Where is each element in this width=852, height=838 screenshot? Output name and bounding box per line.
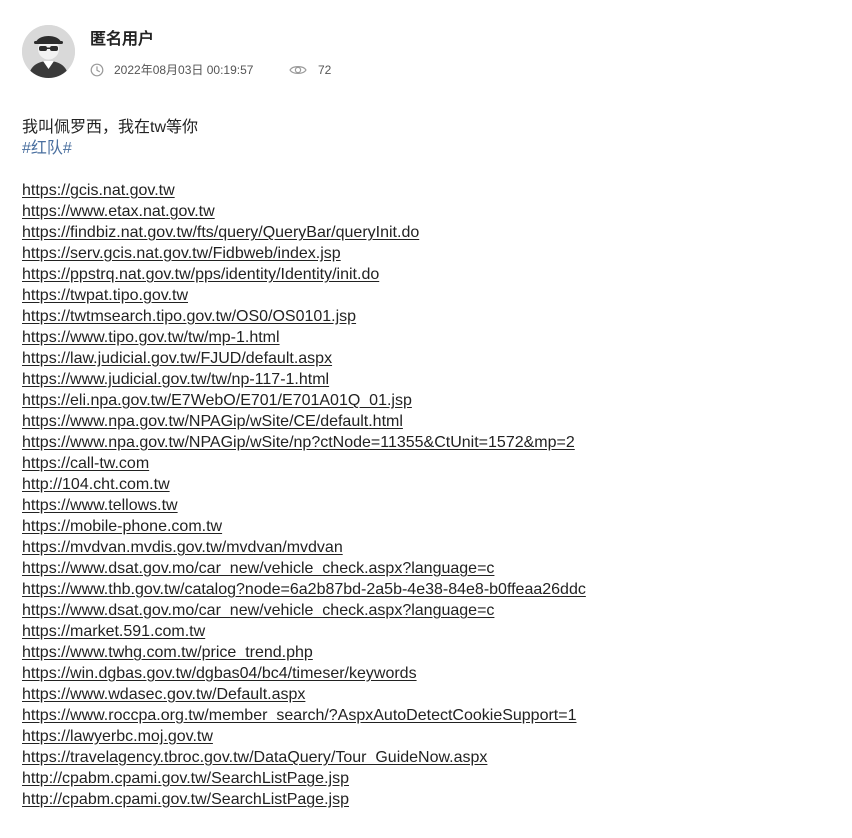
url-link[interactable]: https://serv.gcis.nat.gov.tw/Fidbweb/ind…: [22, 243, 832, 264]
url-link[interactable]: https://travelagency.tbroc.gov.tw/DataQu…: [22, 747, 832, 768]
url-link[interactable]: https://www.thb.gov.tw/catalog?node=6a2b…: [22, 579, 832, 600]
url-link[interactable]: https://www.roccpa.org.tw/member_search/…: [22, 705, 832, 726]
post-content: 我叫佩罗西，我在tw等你 #红队# https://gcis.nat.gov.t…: [22, 117, 832, 810]
url-link[interactable]: https://www.twhg.com.tw/price_trend.php: [22, 642, 832, 663]
link-list: https://gcis.nat.gov.tw https://www.etax…: [22, 180, 832, 810]
url-link[interactable]: https://call-tw.com: [22, 453, 832, 474]
url-link[interactable]: https://www.tellows.tw: [22, 495, 832, 516]
url-link[interactable]: https://mobile-phone.com.tw: [22, 516, 832, 537]
view-count: 72: [318, 63, 332, 77]
url-link[interactable]: https://law.judicial.gov.tw/FJUD/default…: [22, 348, 832, 369]
url-link[interactable]: https://twtmsearch.tipo.gov.tw/OS0/OS010…: [22, 306, 832, 327]
incognito-avatar-icon: [22, 25, 75, 78]
eye-icon: [289, 66, 307, 74]
author-name[interactable]: 匿名用户: [90, 30, 154, 50]
post-timestamp: 2022年08月03日 00:19:57: [114, 63, 254, 77]
url-link[interactable]: https://market.591.com.tw: [22, 621, 832, 642]
url-link[interactable]: http://cpabm.cpami.gov.tw/SearchListPage…: [22, 789, 832, 810]
url-link[interactable]: https://www.wdasec.gov.tw/Default.aspx: [22, 684, 832, 705]
hashtag-link[interactable]: #红队#: [22, 138, 832, 159]
url-link[interactable]: http://104.cht.com.tw: [22, 474, 832, 495]
url-link[interactable]: https://mvdvan.mvdis.gov.tw/mvdvan/mvdva…: [22, 537, 832, 558]
url-link[interactable]: http://cpabm.cpami.gov.tw/SearchListPage…: [22, 768, 832, 789]
url-link[interactable]: https://findbiz.nat.gov.tw/fts/query/Que…: [22, 222, 832, 243]
url-link[interactable]: https://gcis.nat.gov.tw: [22, 180, 832, 201]
url-link[interactable]: https://twpat.tipo.gov.tw: [22, 285, 832, 306]
url-link[interactable]: https://www.dsat.gov.mo/car_new/vehicle_…: [22, 600, 832, 621]
post-intro-text: 我叫佩罗西，我在tw等你: [22, 119, 199, 136]
url-link[interactable]: https://lawyerbc.moj.gov.tw: [22, 726, 832, 747]
post-card: 匿名用户 2022年08月03日 00:19:57 72 我叫佩罗西，我在tw等…: [0, 0, 852, 838]
url-link[interactable]: https://www.etax.nat.gov.tw: [22, 201, 832, 222]
post-header: 匿名用户 2022年08月03日 00:19:57 72: [22, 25, 822, 81]
clock-icon: [90, 63, 104, 77]
url-link[interactable]: https://www.npa.gov.tw/NPAGip/wSite/np?c…: [22, 432, 832, 453]
avatar[interactable]: [22, 25, 75, 78]
url-link[interactable]: https://www.judicial.gov.tw/tw/np-117-1.…: [22, 369, 832, 390]
url-link[interactable]: https://win.dgbas.gov.tw/dgbas04/bc4/tim…: [22, 663, 832, 684]
url-link[interactable]: https://www.npa.gov.tw/NPAGip/wSite/CE/d…: [22, 411, 832, 432]
url-link[interactable]: https://www.dsat.gov.mo/car_new/vehicle_…: [22, 558, 832, 579]
url-link[interactable]: https://www.tipo.gov.tw/tw/mp-1.html: [22, 327, 832, 348]
url-link[interactable]: https://ppstrq.nat.gov.tw/pps/identity/I…: [22, 264, 832, 285]
url-link[interactable]: https://eli.npa.gov.tw/E7WebO/E701/E701A…: [22, 390, 832, 411]
